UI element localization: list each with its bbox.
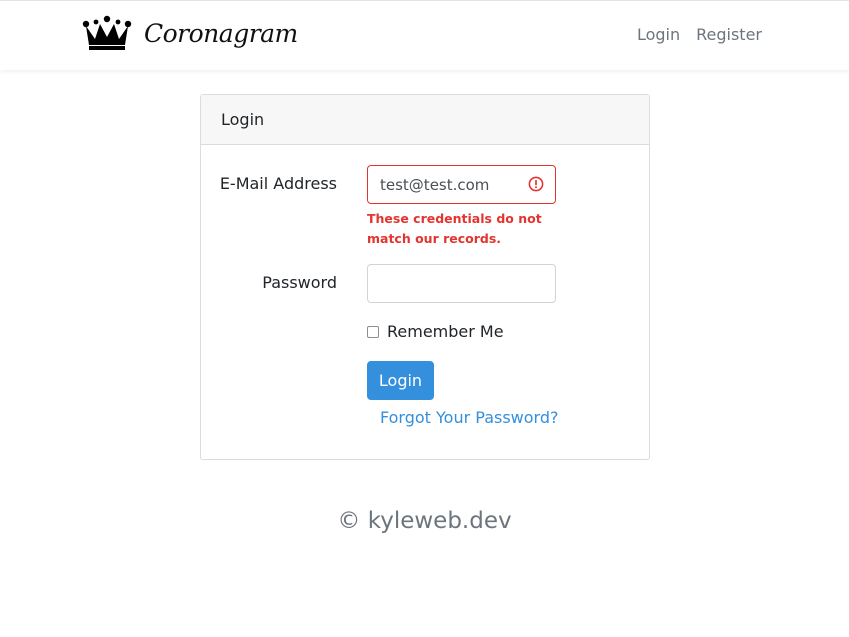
forgot-password-link[interactable]: Forgot Your Password? [380, 408, 559, 427]
navbar: Coronagram Login Register [0, 0, 849, 70]
remember-me-checkbox[interactable] [367, 325, 379, 338]
brand-name: Coronagram [144, 18, 298, 48]
remember-me[interactable]: Remember Me [367, 322, 504, 341]
alert-circle-icon [528, 176, 544, 192]
password-field[interactable] [368, 265, 530, 302]
card-header: Login [201, 95, 649, 145]
login-button[interactable]: Login [367, 361, 434, 400]
password-field-wrapper [367, 264, 556, 303]
crown-icon [82, 15, 132, 50]
email-field-wrapper [367, 165, 556, 204]
footer-copyright: © kyleweb.dev [337, 508, 512, 534]
email-error-message: These credentials do not match our recor… [367, 211, 542, 246]
nav-links: Login Register [637, 25, 762, 44]
email-label: E-Mail Address [219, 174, 337, 193]
remember-me-label[interactable]: Remember Me [387, 322, 504, 341]
nav-login-link[interactable]: Login [637, 25, 680, 44]
password-label: Password [262, 273, 337, 292]
nav-register-link[interactable]: Register [696, 25, 762, 44]
login-card: Login E-Mail Address These credentials d… [200, 94, 650, 460]
email-field[interactable] [368, 166, 530, 203]
brand-link[interactable]: Coronagram [82, 15, 298, 51]
